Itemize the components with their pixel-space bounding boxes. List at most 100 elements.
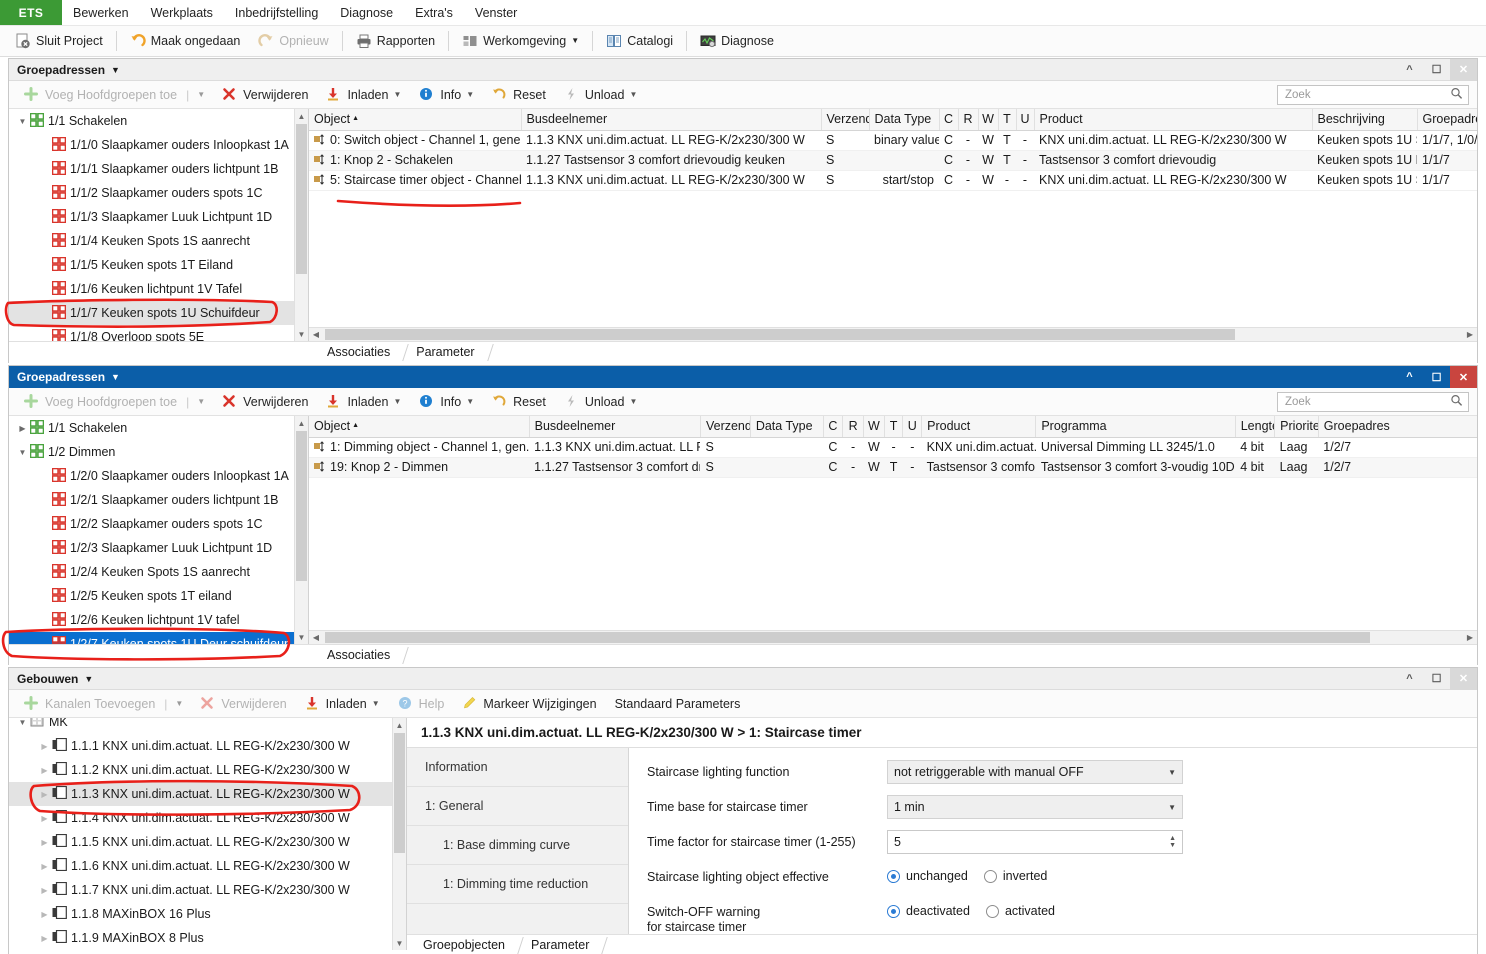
- menu-diagnose[interactable]: Diagnose: [329, 0, 404, 25]
- window3-close-button[interactable]: ✕: [1450, 668, 1477, 690]
- tree-node[interactable]: 1/1/1 Slaapkamer ouders lichtpunt 1B: [9, 157, 308, 181]
- chevron-down-icon[interactable]: ▼: [111, 65, 120, 75]
- menu-werkplaats[interactable]: Werkplaats: [140, 0, 224, 25]
- search-icon[interactable]: [1450, 87, 1463, 103]
- window3-collapse-button[interactable]: ^: [1396, 668, 1423, 690]
- window1-maximize-button[interactable]: ☐: [1423, 59, 1450, 81]
- info-button-w1[interactable]: Info ▼: [410, 82, 483, 107]
- chevron-down-icon[interactable]: ▼: [189, 397, 213, 406]
- column-header[interactable]: Data Type: [869, 109, 939, 130]
- chevron-down-icon[interactable]: ▼: [466, 397, 474, 406]
- column-header[interactable]: Busdeelnemer: [529, 416, 700, 437]
- tab[interactable]: Parameter: [408, 342, 492, 363]
- table-row[interactable]: 5: Staircase timer object - Channel...1.…: [309, 170, 1477, 190]
- window3-maximize-button[interactable]: ☐: [1423, 668, 1450, 690]
- scroll-up-icon[interactable]: ▲: [393, 718, 406, 732]
- tree-expander-icon[interactable]: ▶: [37, 886, 52, 895]
- tree-node[interactable]: 1/2/1 Slaapkamer ouders lichtpunt 1B: [9, 488, 308, 512]
- add-channels-button[interactable]: Kanalen Toevoegen: [15, 691, 164, 716]
- workspace-button[interactable]: Werkomgeving ▼: [453, 29, 588, 54]
- chevron-down-icon[interactable]: ▼: [629, 397, 637, 406]
- tree-node[interactable]: ▶1.1.6 KNX uni.dim.actuat. LL REG-K/2x23…: [9, 854, 406, 878]
- chevron-down-icon[interactable]: ▼: [189, 90, 213, 99]
- chevron-down-icon[interactable]: ▼: [1168, 803, 1176, 812]
- window2-collapse-button[interactable]: ^: [1396, 366, 1423, 388]
- scroll-down-icon[interactable]: ▼: [393, 936, 406, 950]
- scrollbar-thumb[interactable]: [296, 431, 307, 581]
- scrollbar-thumb[interactable]: [325, 632, 1370, 643]
- column-header[interactable]: C: [939, 109, 958, 130]
- scroll-up-icon[interactable]: ▲: [295, 416, 308, 430]
- search-box-w1[interactable]: [1277, 85, 1469, 105]
- ets-logo[interactable]: ETS: [0, 0, 62, 25]
- search-box-w2[interactable]: [1277, 392, 1469, 412]
- column-header[interactable]: Data Type: [750, 416, 823, 437]
- column-header[interactable]: R: [843, 416, 864, 437]
- undo-button[interactable]: Maak ongedaan: [121, 29, 250, 54]
- tree-expander-icon[interactable]: ▶: [37, 766, 52, 775]
- scroll-down-icon[interactable]: ▼: [295, 327, 308, 341]
- download-button-w1[interactable]: Inladen ▼: [317, 82, 410, 107]
- column-header[interactable]: Verzende: [821, 109, 869, 130]
- window3-tree-vscrollbar[interactable]: ▲ ▼: [392, 718, 406, 950]
- menu-bewerken[interactable]: Bewerken: [62, 0, 140, 25]
- parameter-dropdown[interactable]: not retriggerable with manual OFF▼: [887, 760, 1183, 784]
- tree-expander-icon[interactable]: ▶: [37, 814, 52, 823]
- search-input-w1[interactable]: [1283, 88, 1450, 102]
- tab[interactable]: Associaties: [319, 342, 408, 363]
- tree-expander-icon[interactable]: ▶: [37, 910, 52, 919]
- reset-button-w1[interactable]: Reset: [483, 82, 555, 107]
- tree-node[interactable]: ▶1.1.9 MAXinBOX 8 Plus: [9, 926, 406, 950]
- tree-expander-icon[interactable]: ▶: [15, 424, 30, 433]
- unload-button-w1[interactable]: Unload ▼: [555, 82, 647, 107]
- tree-expander-icon[interactable]: ▶: [37, 838, 52, 847]
- radio-option[interactable]: inverted: [984, 869, 1047, 883]
- table-row[interactable]: 19: Knop 2 - Dimmen1.1.27 Tastsensor 3 c…: [309, 457, 1477, 477]
- scrollbar-thumb[interactable]: [296, 124, 307, 274]
- tree-node[interactable]: 1/2/0 Slaapkamer ouders Inloopkast 1A: [9, 464, 308, 488]
- catalogs-button[interactable]: Catalogi: [597, 29, 682, 54]
- column-header[interactable]: Verzende: [700, 416, 750, 437]
- column-header[interactable]: Prioritei: [1275, 416, 1319, 437]
- scroll-left-icon[interactable]: ◀: [309, 631, 323, 644]
- tree-node[interactable]: 1/1/0 Slaapkamer ouders Inloopkast 1A: [9, 133, 308, 157]
- delete-button-w3[interactable]: Verwijderen: [191, 691, 295, 716]
- window1-title-bar[interactable]: Groepadressen ▼ ^ ☐ ✕: [9, 59, 1477, 81]
- chevron-down-icon[interactable]: ▼: [167, 699, 191, 708]
- tree-node[interactable]: ▶1.1.2 KNX uni.dim.actuat. LL REG-K/2x23…: [9, 758, 406, 782]
- tree-expander-icon[interactable]: ▼: [15, 117, 30, 126]
- table-row[interactable]: 0: Switch object - Channel 1, general1.1…: [309, 130, 1477, 150]
- column-header[interactable]: Beschrijving: [1312, 109, 1417, 130]
- tree-node[interactable]: 1/2/4 Keuken Spots 1S aanrecht: [9, 560, 308, 584]
- tree-expander-icon[interactable]: ▼: [15, 718, 30, 727]
- search-input-w2[interactable]: [1283, 395, 1450, 409]
- tree-node[interactable]: ▶1.1.4 KNX uni.dim.actuat. LL REG-K/2x23…: [9, 806, 406, 830]
- chevron-down-icon[interactable]: ▼: [629, 90, 637, 99]
- window1-grid-hscrollbar[interactable]: ◀ ▶: [309, 327, 1477, 341]
- tree-expander-icon[interactable]: ▶: [37, 790, 52, 799]
- tree-node[interactable]: ▶1.1.3 KNX uni.dim.actuat. LL REG-K/2x23…: [9, 782, 406, 806]
- tab[interactable]: Associaties: [319, 645, 408, 666]
- parameter-nav-item[interactable]: 1: General: [407, 787, 628, 826]
- column-header[interactable]: Groepadres: [1318, 416, 1477, 437]
- radio-option[interactable]: activated: [986, 904, 1055, 918]
- spinner-up-icon[interactable]: ▲: [1169, 835, 1176, 842]
- tree-node[interactable]: 1/1/2 Slaapkamer ouders spots 1C: [9, 181, 308, 205]
- scroll-up-icon[interactable]: ▲: [295, 109, 308, 123]
- parameter-nav-item[interactable]: 1: Dimming time reduction: [407, 865, 628, 904]
- window1-tree-vscrollbar[interactable]: ▲ ▼: [294, 109, 308, 341]
- column-header[interactable]: T: [884, 416, 903, 437]
- scroll-left-icon[interactable]: ◀: [309, 328, 323, 341]
- tree-expander-icon[interactable]: ▶: [37, 862, 52, 871]
- unload-button-w2[interactable]: Unload ▼: [555, 389, 647, 414]
- tree-expander-icon[interactable]: ▶: [37, 742, 52, 751]
- tree-node[interactable]: 1/2/7 Keuken spots 1U Deur schuifdeur: [9, 632, 308, 644]
- redo-button[interactable]: Opnieuw: [249, 29, 337, 54]
- column-header[interactable]: R: [958, 109, 978, 130]
- column-header[interactable]: W: [863, 416, 884, 437]
- download-button-w2[interactable]: Inladen ▼: [317, 389, 410, 414]
- table-row[interactable]: 1: Knop 2 - Schakelen1.1.27 Tastsensor 3…: [309, 150, 1477, 170]
- delete-button-w1[interactable]: Verwijderen: [213, 82, 317, 107]
- column-header[interactable]: U: [903, 416, 922, 437]
- delete-button-w2[interactable]: Verwijderen: [213, 389, 317, 414]
